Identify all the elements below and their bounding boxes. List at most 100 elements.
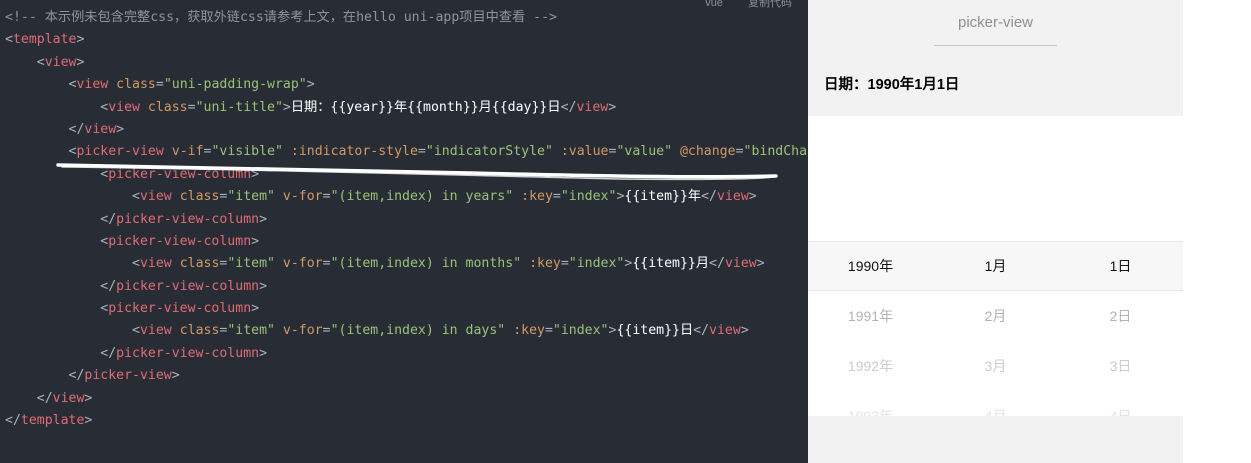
code-token: </	[5, 121, 85, 137]
picker-item-year[interactable]: 1991年	[808, 291, 933, 341]
picker-item-month[interactable]: 3月	[933, 341, 1058, 391]
code-token: </	[5, 413, 21, 429]
code-token: class	[171, 256, 220, 272]
picker-column-months[interactable]: 1月 2月 3月 4月	[933, 241, 1058, 416]
code-token: >	[251, 166, 260, 182]
code-token: {{item}}月	[632, 256, 710, 272]
code-token: "(item,index) in months"	[330, 256, 522, 272]
code-token: :key	[521, 256, 561, 272]
code-token: =	[552, 189, 561, 205]
code-token: >	[259, 345, 268, 361]
code-token: view	[717, 189, 749, 205]
code-token: picker-view-column	[108, 233, 252, 249]
code-token: v-if	[163, 144, 204, 160]
code-token: "indicatorStyle"	[425, 144, 553, 160]
date-label: 日期：1990年1月1日	[824, 77, 960, 93]
picker-item-month[interactable]: 4月	[933, 391, 1058, 416]
code-token: @change	[672, 144, 736, 160]
code-line: <!-- 本示例未包含完整css，获取外链css请参考上文，在hello uni…	[5, 7, 808, 29]
picker-item-year[interactable]: 1992年	[808, 341, 933, 391]
code-token: view	[52, 390, 85, 406]
code-token: class	[171, 189, 220, 205]
picker-item-month[interactable]: 1月	[933, 241, 1058, 291]
picker-view[interactable]: 1990年 1991年 1992年 1993年 1月 2月 3月 4月 1日 2…	[808, 116, 1183, 416]
picker-column-days[interactable]: 1日 2日 3日 4日	[1058, 241, 1183, 416]
code-token: >	[76, 32, 85, 48]
code-token: </	[701, 189, 717, 205]
code-token: =	[155, 77, 164, 93]
code-token: picker-view-column	[108, 166, 252, 182]
picker-item-day[interactable]: 2日	[1058, 291, 1183, 341]
picker-item-day[interactable]: 1日	[1058, 241, 1183, 291]
code-token: <	[5, 32, 13, 48]
code-line: <view class="item" v-for="(item,index) i…	[5, 253, 808, 275]
code-line: </picker-view-column>	[5, 343, 808, 365]
code-token: >	[756, 256, 765, 272]
code-token: >	[259, 211, 268, 227]
code-line: <view class="item" v-for="(item,index) i…	[5, 320, 808, 342]
code-token: </	[5, 390, 53, 406]
code-line: <picker-view v-if = "visible" :indicator-s…	[5, 141, 808, 163]
code-token: view	[139, 323, 172, 339]
code-token: </	[693, 323, 710, 339]
code-token: <	[5, 54, 45, 70]
code-token: </	[5, 345, 117, 361]
code-token: {{item}}日	[616, 323, 694, 339]
code-line: <view>	[5, 52, 808, 74]
code-token: <	[5, 144, 77, 160]
code-token: </	[709, 256, 725, 272]
code-token: v-for	[274, 323, 323, 339]
code-token: :indicator-style	[282, 144, 418, 160]
code-token: >	[116, 121, 125, 137]
code-line: <picker-view-column>	[5, 164, 808, 186]
code-token: =	[322, 256, 331, 272]
phone-preview: picker-view 日期：1990年1月1日 1990年 1991年 199…	[808, 0, 1183, 463]
code-token: >	[282, 99, 291, 115]
code-token: >	[748, 189, 757, 205]
code-line: <template>	[5, 29, 808, 51]
code-token: <	[5, 77, 77, 93]
code-token: view	[44, 54, 77, 70]
code-token: "value"	[616, 144, 673, 160]
code-token: "visible"	[211, 144, 283, 160]
code-token: 日期：{{year}}年{{month}}月{{day}}日	[290, 99, 561, 115]
code-token: "item"	[227, 256, 275, 272]
page-title: picker-view	[957, 14, 1033, 31]
code-token: "index"	[552, 323, 609, 339]
code-token: <	[5, 99, 109, 115]
code-token: picker-view	[84, 368, 172, 384]
code-token: view	[76, 77, 109, 93]
code-token: template	[20, 413, 85, 429]
code-line: <view class="uni-title">日期：{{year}}年{{mo…	[5, 97, 808, 119]
code-token: view	[576, 99, 609, 115]
code-token: picker-view-column	[116, 211, 260, 227]
code-token: view	[139, 189, 172, 205]
code-token: <	[5, 256, 140, 272]
code-token: class	[139, 99, 188, 115]
screenshot-root: vue 复制代码 <!-- 本示例未包含完整css，获取外链css请参考上文，在…	[0, 0, 1251, 463]
picker-item-day[interactable]: 3日	[1058, 341, 1183, 391]
code-token: view	[709, 323, 741, 339]
picker-item-year[interactable]: 1990年	[808, 241, 933, 291]
code-line: </picker-view-column>	[5, 276, 808, 298]
code-token: >	[740, 323, 749, 339]
code-line: </view>	[5, 388, 808, 410]
code-line: </picker-view>	[5, 365, 808, 387]
code-token: >	[84, 413, 93, 429]
code-token: "uni-padding-wrap"	[163, 77, 307, 93]
picker-column-years[interactable]: 1990年 1991年 1992年 1993年	[808, 241, 933, 416]
code-panel: vue 复制代码 <!-- 本示例未包含完整css，获取外链css请参考上文，在…	[0, 0, 808, 463]
picker-item-month[interactable]: 2月	[933, 291, 1058, 341]
code-token: "uni-title"	[195, 99, 283, 115]
code-token: view	[84, 121, 117, 137]
code-token: picker-view	[76, 144, 164, 160]
picker-item-year[interactable]: 1993年	[808, 391, 933, 416]
code-token: picker-view-column	[116, 278, 260, 294]
code-token: >	[251, 301, 260, 317]
code-token: =	[322, 189, 331, 205]
picker-item-day[interactable]: 4日	[1058, 391, 1183, 416]
code-token: </	[5, 278, 117, 294]
code-token: <	[5, 166, 109, 182]
code-token: {{item}}年	[624, 189, 702, 205]
code-token: :key	[513, 189, 553, 205]
